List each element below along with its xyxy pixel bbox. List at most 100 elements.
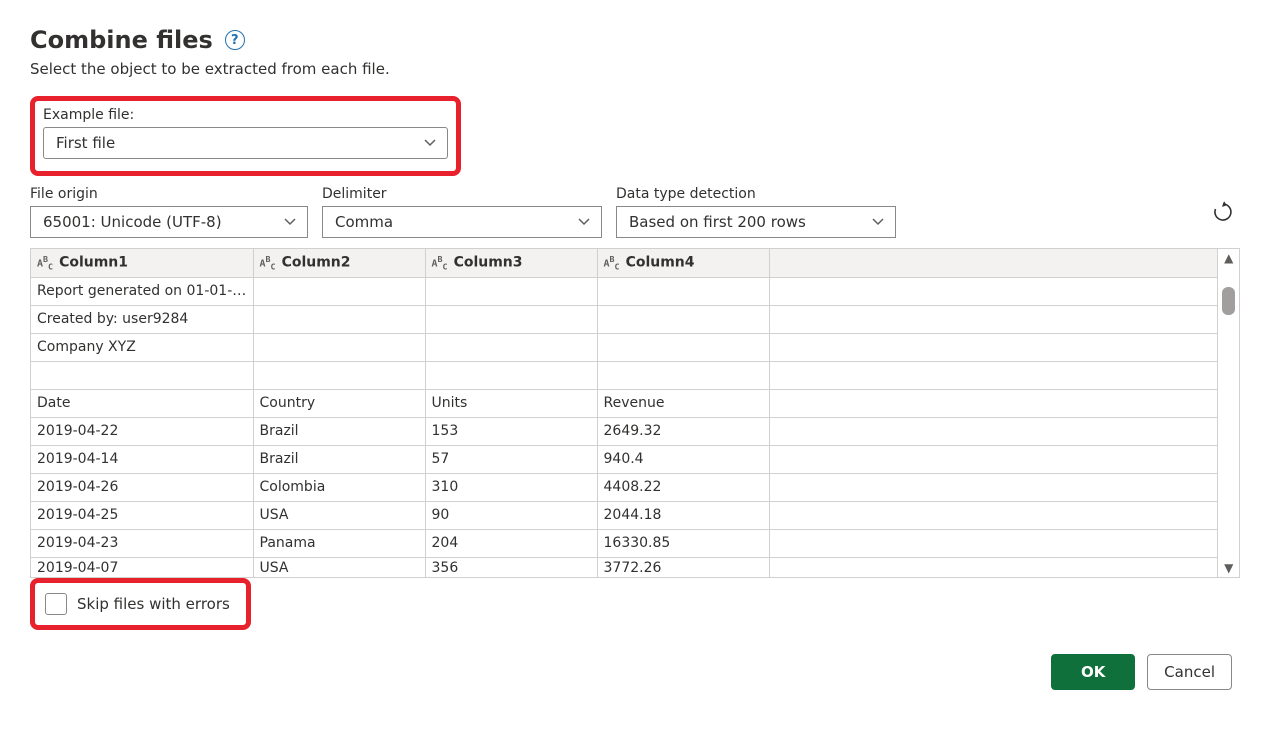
delimiter-label: Delimiter — [322, 186, 602, 202]
table-row[interactable]: 2019-04-22Brazil1532649.32 — [31, 417, 1218, 445]
table-cell: USA — [253, 557, 425, 577]
table-row[interactable]: DateCountryUnitsRevenue — [31, 389, 1218, 417]
detection-select[interactable]: Based on first 200 rows — [616, 206, 896, 238]
table-row[interactable]: 2019-04-14Brazil57940.4 — [31, 445, 1218, 473]
table-row[interactable] — [31, 361, 1218, 389]
table-cell — [769, 277, 1218, 305]
table-row[interactable]: 2019-04-23Panama20416330.85 — [31, 529, 1218, 557]
column-header[interactable]: ABCColumn2 — [253, 249, 425, 277]
table-cell: Report generated on 01-01-2020 — [31, 277, 253, 305]
header-row: ABCColumn1 ABCColumn2 ABCColumn3 ABCColu… — [31, 249, 1218, 277]
table-cell: 2019-04-26 — [31, 473, 253, 501]
table-cell — [769, 445, 1218, 473]
example-file-highlight: Example file: First file — [30, 96, 461, 176]
table-cell — [253, 305, 425, 333]
table-cell — [769, 305, 1218, 333]
table-cell: 3772.26 — [597, 557, 769, 577]
table-cell: 2019-04-14 — [31, 445, 253, 473]
table-row[interactable]: 2019-04-26Colombia3104408.22 — [31, 473, 1218, 501]
scroll-thumb[interactable] — [1222, 287, 1235, 315]
table-cell — [769, 417, 1218, 445]
table-cell: Company XYZ — [31, 333, 253, 361]
table-cell: 2019-04-22 — [31, 417, 253, 445]
table-cell: 2019-04-25 — [31, 501, 253, 529]
table-cell: 4408.22 — [597, 473, 769, 501]
table-row[interactable]: Company XYZ — [31, 333, 1218, 361]
dialog-subtitle: Select the object to be extracted from e… — [30, 60, 1236, 78]
ok-button[interactable]: OK — [1051, 654, 1135, 690]
vertical-scrollbar[interactable]: ▲ ▼ — [1218, 249, 1240, 578]
detection-label: Data type detection — [616, 186, 896, 202]
table-cell: Panama — [253, 529, 425, 557]
file-origin-value: 65001: Unicode (UTF-8) — [43, 213, 222, 231]
table-cell: 356 — [425, 557, 597, 577]
file-origin-select[interactable]: 65001: Unicode (UTF-8) — [30, 206, 308, 238]
table-cell: Colombia — [253, 473, 425, 501]
chevron-down-icon — [871, 215, 885, 229]
table-cell — [253, 277, 425, 305]
table-cell: Country — [253, 389, 425, 417]
text-type-icon: ABC — [37, 254, 53, 271]
table-cell — [597, 305, 769, 333]
table-cell — [425, 277, 597, 305]
table-cell — [253, 361, 425, 389]
preview-grid: ABCColumn1 ABCColumn2 ABCColumn3 ABCColu… — [30, 248, 1240, 578]
table-cell: Brazil — [253, 417, 425, 445]
example-file-value: First file — [56, 134, 115, 152]
table-row[interactable]: Report generated on 01-01-2020 — [31, 277, 1218, 305]
chevron-down-icon — [283, 215, 297, 229]
table-cell: Created by: user9284 — [31, 305, 253, 333]
table-cell: 940.4 — [597, 445, 769, 473]
detection-value: Based on first 200 rows — [629, 213, 806, 231]
scroll-up-icon[interactable]: ▲ — [1224, 249, 1233, 267]
table-cell — [425, 361, 597, 389]
text-type-icon: ABC — [260, 254, 276, 271]
column-header-empty — [769, 249, 1218, 277]
column-header[interactable]: ABCColumn4 — [597, 249, 769, 277]
refresh-icon[interactable] — [1212, 201, 1234, 223]
scroll-down-icon[interactable]: ▼ — [1224, 559, 1233, 577]
table-cell — [253, 333, 425, 361]
delimiter-select[interactable]: Comma — [322, 206, 602, 238]
chevron-down-icon — [423, 136, 437, 150]
table-cell: 16330.85 — [597, 529, 769, 557]
table-cell: Date — [31, 389, 253, 417]
dialog-title: Combine files ? — [30, 26, 1236, 54]
table-cell: 2019-04-23 — [31, 529, 253, 557]
table-cell: 90 — [425, 501, 597, 529]
table-cell — [769, 529, 1218, 557]
table-cell: 310 — [425, 473, 597, 501]
column-header[interactable]: ABCColumn3 — [425, 249, 597, 277]
table-cell — [597, 277, 769, 305]
delimiter-value: Comma — [335, 213, 393, 231]
cancel-button[interactable]: Cancel — [1147, 654, 1232, 690]
example-file-label: Example file: — [43, 107, 448, 123]
text-type-icon: ABC — [604, 254, 620, 271]
text-type-icon: ABC — [432, 254, 448, 271]
table-row[interactable]: 2019-04-25USA902044.18 — [31, 501, 1218, 529]
table-cell: 2649.32 — [597, 417, 769, 445]
table-cell: 57 — [425, 445, 597, 473]
table-row[interactable]: 2019-04-07USA3563772.26 — [31, 557, 1218, 577]
table-cell — [31, 361, 253, 389]
help-icon[interactable]: ? — [225, 30, 245, 50]
table-cell: USA — [253, 501, 425, 529]
scroll-track[interactable] — [1218, 267, 1239, 559]
table-row[interactable]: Created by: user9284 — [31, 305, 1218, 333]
table-cell — [769, 473, 1218, 501]
skip-files-checkbox[interactable] — [45, 593, 67, 615]
table-cell — [597, 361, 769, 389]
table-cell: Brazil — [253, 445, 425, 473]
table-cell — [425, 333, 597, 361]
table-cell: 2019-04-07 — [31, 557, 253, 577]
table-cell — [769, 501, 1218, 529]
table-cell — [597, 333, 769, 361]
table-cell — [425, 305, 597, 333]
title-text: Combine files — [30, 26, 213, 54]
column-header[interactable]: ABCColumn1 — [31, 249, 253, 277]
example-file-select[interactable]: First file — [43, 127, 448, 159]
file-origin-label: File origin — [30, 186, 308, 202]
table-cell: Revenue — [597, 389, 769, 417]
table-cell — [769, 557, 1218, 577]
skip-files-label: Skip files with errors — [77, 595, 230, 613]
